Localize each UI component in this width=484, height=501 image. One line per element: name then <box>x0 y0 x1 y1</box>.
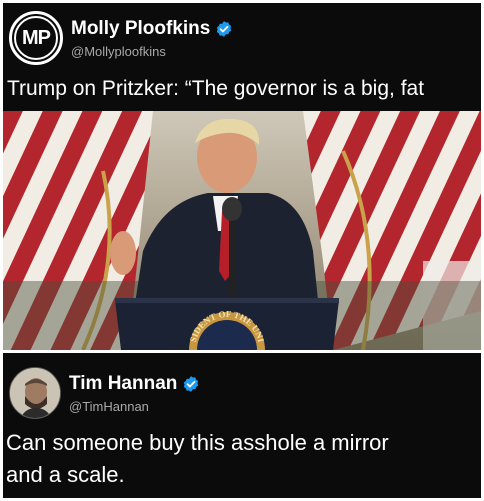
author-name-text: Tim Hannan <box>69 372 178 394</box>
author-handle[interactable]: @TimHannan <box>69 399 200 414</box>
author-display-name[interactable]: Molly Ploofkins <box>71 18 233 40</box>
avatar[interactable]: MP <box>9 11 63 65</box>
tweet-photo[interactable]: SIDENT OF THE UNI <box>3 111 481 350</box>
tweet-card-molly[interactable]: MP Molly Ploofkins @Mollyploofkins Trump… <box>3 3 481 350</box>
tweet-text-line-2: and a scale. <box>6 462 125 487</box>
author-info: Molly Ploofkins @Mollyploofkins <box>71 18 233 59</box>
tweet-text-line-1: Can someone buy this asshole a mirror <box>6 430 389 455</box>
tweet-card-tim[interactable]: Tim Hannan @TimHannan Can someone buy th… <box>3 353 481 498</box>
tweet-header: MP Molly Ploofkins @Mollyploofkins <box>9 11 233 65</box>
avatar[interactable] <box>9 367 61 419</box>
press-conference-image: SIDENT OF THE UNI <box>3 111 481 350</box>
avatar-initials: MP <box>22 26 51 49</box>
author-name-text: Molly Ploofkins <box>71 17 211 39</box>
verified-badge-icon <box>184 375 199 392</box>
tweet-text: Can someone buy this asshole a mirror an… <box>6 427 389 491</box>
author-info: Tim Hannan @TimHannan <box>69 373 200 414</box>
author-handle[interactable]: @Mollyploofkins <box>71 44 233 59</box>
tweet-header: Tim Hannan @TimHannan <box>9 367 200 419</box>
verified-badge-icon <box>217 20 232 37</box>
avatar-photo <box>10 368 60 418</box>
screenshot-frame: MP Molly Ploofkins @Mollyploofkins Trump… <box>0 0 484 501</box>
author-display-name[interactable]: Tim Hannan <box>69 373 200 395</box>
